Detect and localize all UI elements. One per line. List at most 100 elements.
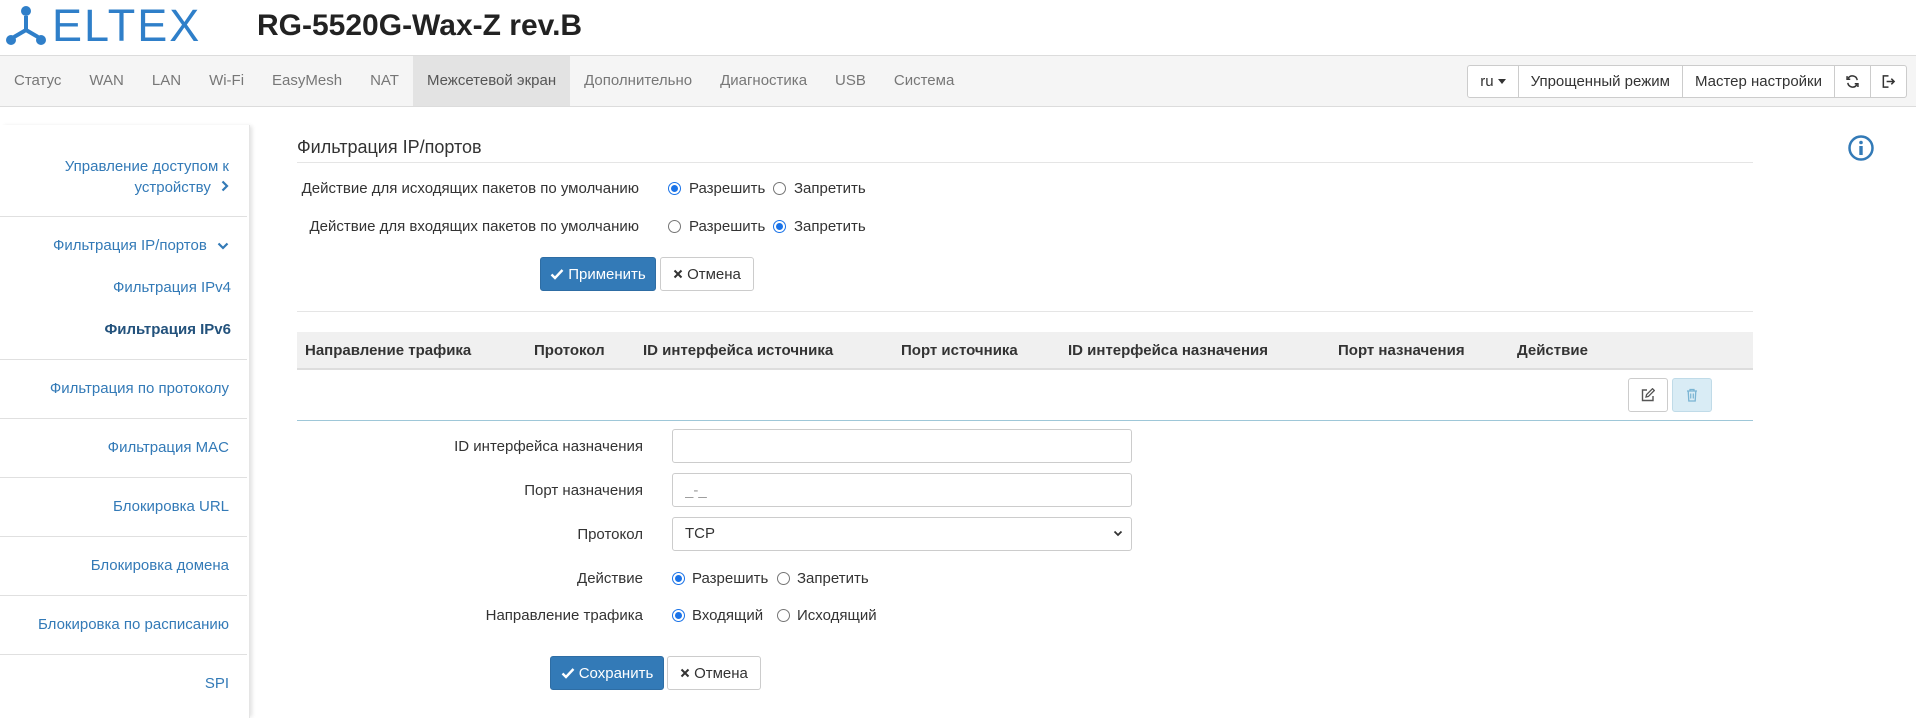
incoming-allow-radio[interactable] [668,220,681,233]
dest-port-label: Порт назначения [524,482,643,499]
action-label: Действие [577,570,643,587]
section-divider [297,311,1753,312]
action-deny-label: Запретить [797,570,869,587]
language-dropdown[interactable]: ru [1467,65,1519,98]
title-divider [297,162,1753,163]
info-button[interactable] [1848,135,1874,165]
info-icon [1848,135,1874,161]
header: ELTEX RG-5520G-Wax-Z rev.B [0,0,1916,55]
rules-table-header: Направление трафика Протокол ID интерфей… [297,332,1753,370]
sidebar-divider [0,595,247,596]
trash-icon [1687,388,1697,402]
direction-label: Направление трафика [485,607,643,624]
dest-port-input[interactable] [672,473,1132,507]
sidebar-item-ipv6-filter[interactable]: Фильтрация IPv6 [0,319,247,340]
sidebar-item-label: устройству [134,179,211,196]
sidebar-item-protocol-filter[interactable]: Фильтрация по протоколу [0,378,247,399]
sidebar-item-ipv4-filter[interactable]: Фильтрация IPv4 [0,277,247,298]
refresh-button[interactable] [1834,65,1871,98]
sidebar-item-schedule-block[interactable]: Блокировка по расписанию [0,614,247,635]
action-deny-radio[interactable] [777,572,790,585]
action-allow-radio[interactable] [672,572,685,585]
close-icon [680,668,690,678]
outgoing-deny-radio[interactable] [773,182,786,195]
main-navbar: Статус WAN LAN Wi-Fi EasyMesh NAT Межсет… [0,55,1916,107]
protocol-label: Протокол [577,526,643,543]
chevron-down-icon [1113,518,1123,562]
sidebar-item-url-block[interactable]: Блокировка URL [0,496,247,517]
refresh-icon [1846,75,1859,88]
nav-toolbar: ru Упрощенный режим Мастер настройки [1467,65,1907,98]
column-header-dst-port: Порт назначения [1338,342,1465,359]
nav-item-easymesh[interactable]: EasyMesh [258,56,356,106]
sidebar-item-access-control[interactable]: Управление доступом к устройству [0,156,247,198]
sidebar-divider [0,359,247,360]
form-cancel-button[interactable]: Отмена [667,656,761,690]
chevron-down-icon [217,242,229,250]
nav-item-wifi[interactable]: Wi-Fi [195,56,258,106]
edit-icon [1641,388,1655,402]
direction-out-label: Исходящий [797,607,877,624]
sidebar-item-label: Фильтрация IP/портов [53,237,207,254]
column-header-dst-iface: ID интерфейса назначения [1068,342,1268,359]
chevron-right-icon [221,180,229,192]
direction-in-label: Входящий [692,607,764,624]
save-button[interactable]: Сохранить [550,656,664,690]
nav-item-system[interactable]: Система [880,56,968,106]
device-title: RG-5520G-Wax-Z rev.B [257,9,583,42]
protocol-select[interactable]: TCP [672,517,1132,551]
dest-iface-input[interactable] [672,429,1132,463]
outgoing-allow-label: Разрешить [689,180,766,197]
sidebar-divider [0,654,247,655]
nav-menu: Статус WAN LAN Wi-Fi EasyMesh NAT Межсет… [0,56,968,106]
direction-out-radio[interactable] [777,609,790,622]
column-header-src-iface: ID интерфейса источника [643,342,834,359]
dest-iface-label: ID интерфейса назначения [454,438,643,455]
sidebar-divider [0,418,247,419]
outgoing-default-label: Действие для исходящих пакетов по умолча… [301,180,639,197]
column-header-direction: Направление трафика [305,342,472,359]
nav-item-advanced[interactable]: Дополнительно [570,56,706,106]
cancel-button[interactable]: Отмена [660,257,754,291]
logout-button[interactable] [1870,65,1907,98]
nav-item-lan[interactable]: LAN [138,56,195,106]
incoming-deny-label: Запретить [794,218,866,235]
nav-item-usb[interactable]: USB [821,56,880,106]
column-header-src-port: Порт источника [901,342,1018,359]
sidebar-divider [0,536,247,537]
nav-item-diagnostics[interactable]: Диагностика [706,56,821,106]
column-header-protocol: Протокол [534,342,605,359]
sidebar-item-label: Управление доступом к [64,158,229,175]
sidebar-item-ip-port-filter[interactable]: Фильтрация IP/портов [0,235,247,256]
sidebar-divider [0,216,247,217]
incoming-default-label: Действие для входящих пакетов по умолчан… [309,218,639,235]
sidebar-item-spi[interactable]: SPI [0,673,247,694]
edit-rule-button[interactable] [1628,378,1668,412]
logo-text: ELTEX [52,0,202,51]
section-title: Фильтрация IP/портов [297,137,482,157]
eltex-logo[interactable]: ELTEX [4,0,202,51]
nav-item-firewall[interactable]: Межсетевой экран [412,56,571,106]
sidebar-item-mac-filter[interactable]: Фильтрация MAC [0,437,247,458]
protocol-selected-value: TCP [685,525,715,542]
outgoing-allow-radio[interactable] [668,182,681,195]
nav-item-nat[interactable]: NAT [356,56,413,106]
direction-in-radio[interactable] [672,609,685,622]
sidebar-item-domain-block[interactable]: Блокировка домена [0,555,247,576]
sidebar: Управление доступом к устройству Фильтра… [0,125,250,718]
simple-mode-button[interactable]: Упрощенный режим [1517,65,1683,98]
check-icon [550,269,564,280]
language-value: ru [1480,73,1494,90]
incoming-deny-radio[interactable] [773,220,786,233]
nav-item-wan[interactable]: WAN [75,56,137,106]
check-icon [561,668,575,679]
delete-rule-button[interactable] [1672,378,1712,412]
close-icon [673,269,683,279]
nav-item-status[interactable]: Статус [0,56,75,106]
action-allow-label: Разрешить [692,570,769,587]
logout-icon [1882,75,1896,88]
table-row [297,370,1753,421]
sidebar-divider [0,477,247,478]
setup-wizard-button[interactable]: Мастер настройки [1681,65,1835,98]
apply-button[interactable]: Применить [540,257,656,291]
